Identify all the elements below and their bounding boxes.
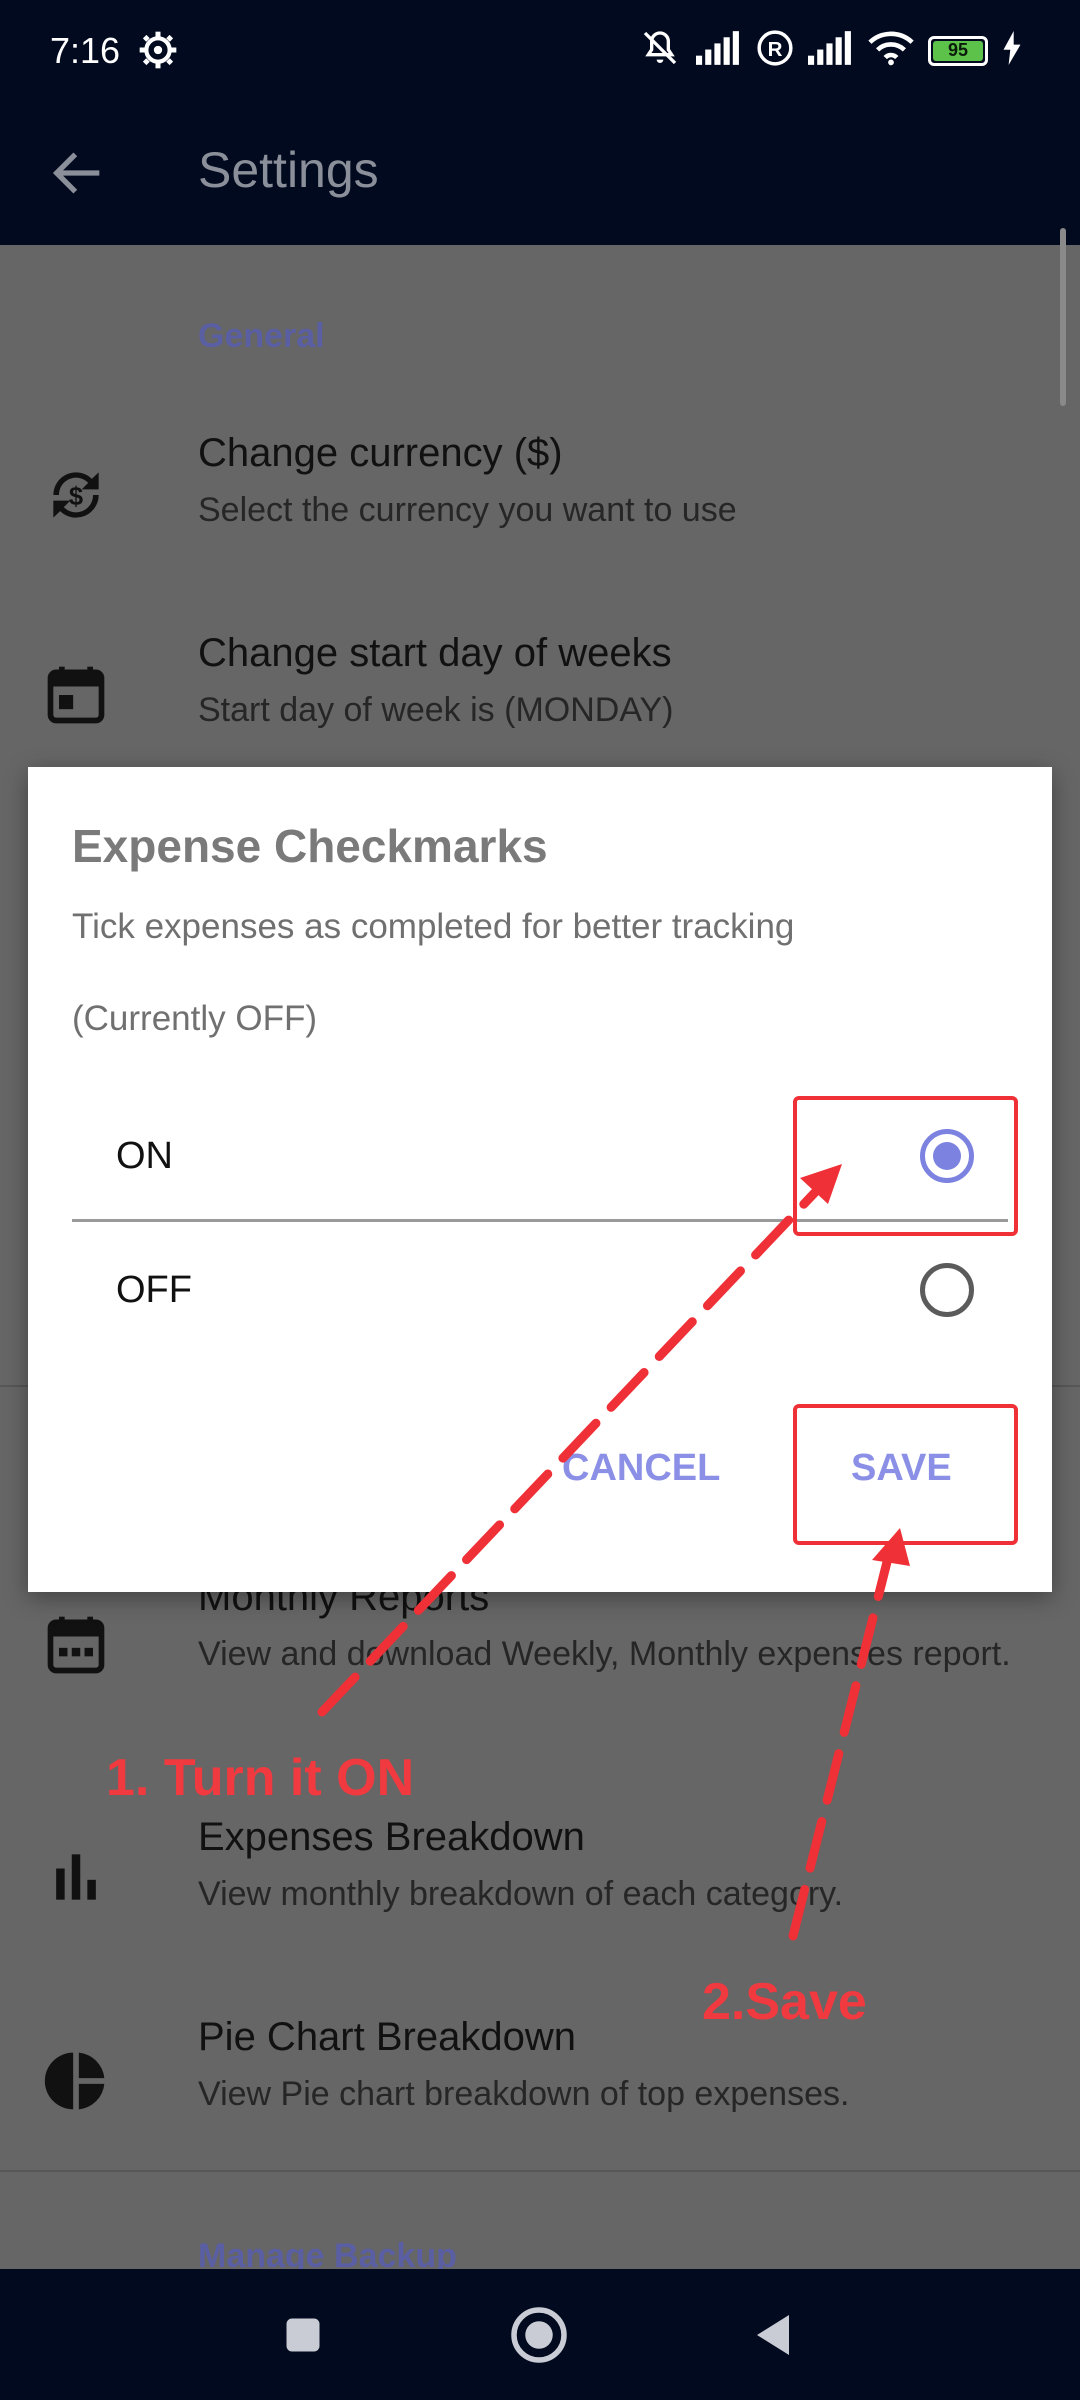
recents-button[interactable] xyxy=(248,2269,358,2400)
annotation-step-1: 1. Turn it ON xyxy=(106,1749,415,1807)
arrow-to-save-line xyxy=(788,1545,895,1941)
arrow-to-on-line xyxy=(317,1180,827,1717)
annotation-step-2: 2.Save xyxy=(702,1973,867,2031)
annotation-arrows xyxy=(317,1164,910,1941)
home-button[interactable] xyxy=(484,2269,594,2400)
navigation-bar xyxy=(0,2269,1080,2400)
arrow-head-save xyxy=(872,1528,910,1566)
back-button[interactable] xyxy=(718,2269,828,2400)
